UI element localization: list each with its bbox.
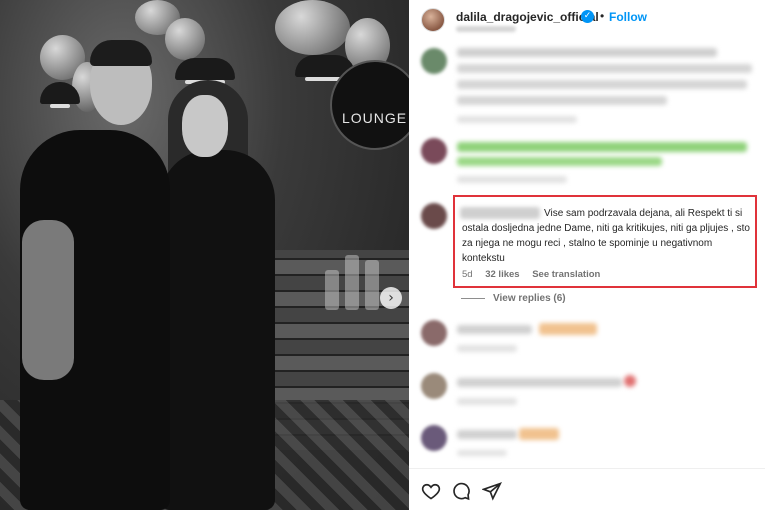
location-line-blurred — [456, 26, 516, 32]
see-translation-link[interactable]: See translation — [532, 269, 600, 280]
comment-blurred — [457, 80, 747, 89]
next-image-button[interactable]: › — [380, 287, 402, 309]
send-icon[interactable] — [481, 481, 503, 503]
verified-badge-icon: ✓ — [581, 10, 594, 23]
commenter-avatar-blurred — [421, 373, 447, 399]
highlighted-comment: Vise sam podrzavala dejana, ali Respekt … — [453, 195, 757, 288]
comment-blurred — [457, 378, 622, 387]
glass — [325, 270, 339, 310]
commenter-avatar-blurred — [421, 48, 447, 74]
balloon — [165, 18, 205, 60]
comment-meta-blurred — [457, 450, 507, 456]
commenter-avatar-blurred — [421, 138, 447, 164]
commenter-avatar-blurred — [421, 425, 447, 451]
comment-blurred — [519, 428, 559, 440]
comment-age: 5d — [462, 269, 473, 280]
action-bar — [409, 468, 765, 510]
comment-meta-blurred — [457, 176, 567, 183]
balloon — [275, 0, 350, 55]
comment-body: Vise sam podrzavala dejana, ali Respekt … — [462, 208, 750, 264]
comment-blurred — [457, 64, 752, 73]
comment-meta-blurred — [457, 116, 577, 123]
glass — [365, 260, 379, 310]
comment-text: Vise sam podrzavala dejana, ali Respekt … — [462, 206, 752, 266]
post-header: dalila_dragojevic_official ✓ • Follow — [409, 0, 765, 36]
heart-icon[interactable] — [420, 481, 442, 503]
commenter-avatar-blurred — [421, 203, 447, 229]
separator-dot: • — [600, 9, 605, 23]
man-hair — [90, 40, 152, 66]
avatar[interactable] — [421, 8, 445, 32]
woman-face — [182, 95, 228, 157]
username[interactable]: dalila_dragojevic_official — [456, 10, 599, 24]
view-replies-link[interactable]: View replies (6) — [461, 293, 566, 304]
woman-figure — [160, 150, 275, 510]
comment-blurred — [457, 142, 747, 152]
chevron-right-icon: › — [388, 290, 394, 306]
post-photo[interactable]: LOUNGE › — [0, 0, 409, 510]
comment-blurred — [457, 157, 662, 166]
comment-blurred — [457, 96, 667, 105]
comment-blurred — [457, 430, 517, 439]
pendant-lamp — [175, 58, 235, 84]
tattooed-arm — [22, 220, 74, 380]
comment-blurred — [457, 325, 532, 334]
comment-blurred — [624, 375, 636, 387]
comment-meta-blurred — [457, 345, 517, 352]
follow-button[interactable]: Follow — [609, 10, 647, 24]
comment-likes[interactable]: 32 likes — [485, 269, 519, 280]
lounge-sign: LOUNGE — [330, 60, 409, 150]
glass — [345, 255, 359, 310]
commenter-avatar-blurred — [421, 320, 447, 346]
sign-text: LOUNGE — [342, 110, 408, 126]
comment-meta: 5d 32 likes See translation — [462, 269, 610, 280]
comment-icon[interactable] — [450, 481, 472, 503]
post-sidebar: dalila_dragojevic_official ✓ • Follow Vi… — [409, 0, 765, 510]
comment-blurred — [539, 323, 597, 335]
comment-blurred — [457, 48, 717, 57]
comment-meta-blurred — [457, 398, 517, 405]
